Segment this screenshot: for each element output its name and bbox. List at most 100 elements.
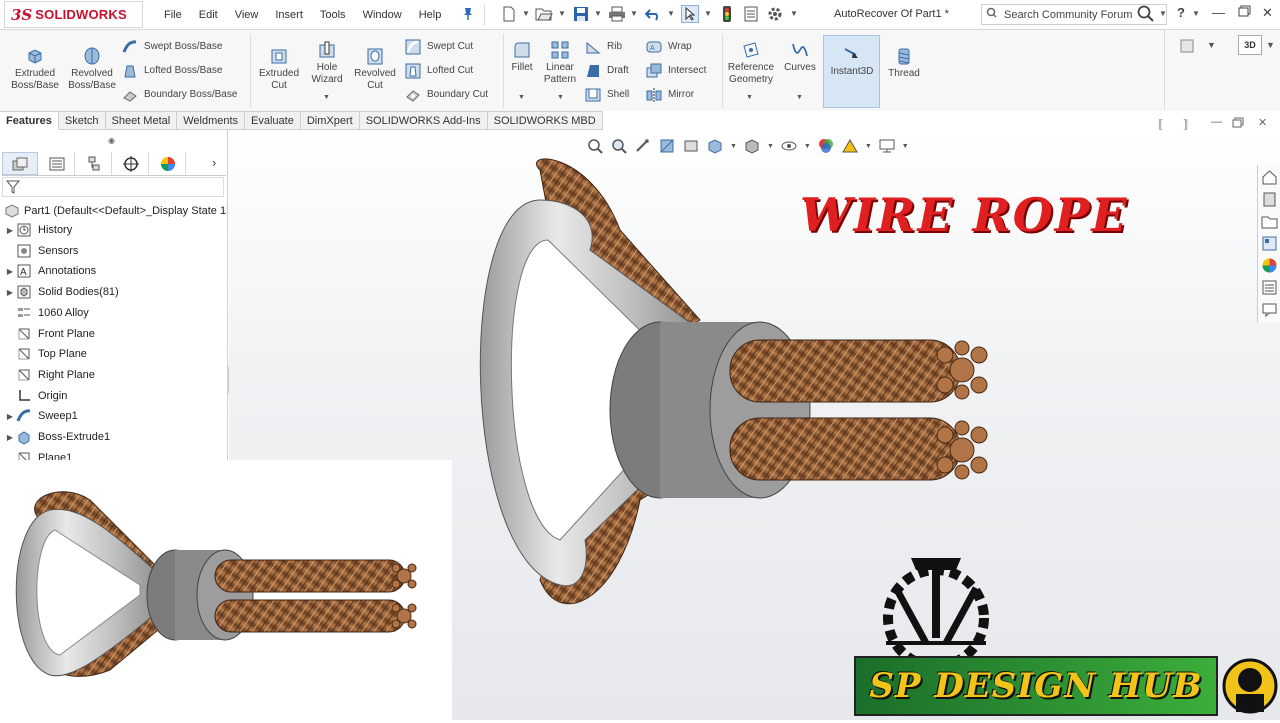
expand-arrow-icon[interactable]: ▶: [4, 412, 16, 421]
reference-geometry-button[interactable]: Reference Geometry: [725, 40, 777, 86]
tree-item[interactable]: ▶ Solid Bodies(81): [0, 282, 119, 302]
draft-button[interactable]: Draft: [585, 63, 629, 79]
tab-weldments[interactable]: Weldments: [177, 111, 246, 130]
new-document-icon[interactable]: [500, 5, 518, 23]
undo-icon[interactable]: [645, 5, 663, 23]
menu-window[interactable]: Window: [363, 9, 402, 21]
chevron-down-icon[interactable]: ▼: [767, 143, 774, 150]
viewport-minimize-icon[interactable]: —: [1211, 116, 1222, 128]
view-orientation-icon[interactable]: [706, 137, 724, 155]
edit-appearance-icon[interactable]: [817, 137, 835, 155]
select-arrow-icon[interactable]: [681, 5, 699, 23]
chevron-down-icon[interactable]: ▼: [704, 9, 712, 18]
filter-bar[interactable]: [2, 177, 224, 197]
intersect-button[interactable]: Intersect: [646, 63, 706, 79]
chevron-down-icon[interactable]: ▼: [1207, 40, 1216, 50]
dynamic-annotation-icon[interactable]: [682, 137, 700, 155]
lofted-boss-button[interactable]: Lofted Boss/Base: [122, 63, 222, 79]
display-manager-tab-icon[interactable]: [150, 152, 186, 175]
close-icon[interactable]: ✕: [1262, 5, 1273, 21]
revolved-boss-button[interactable]: Revolved Boss/Base: [66, 46, 118, 92]
section-view-icon[interactable]: [658, 137, 676, 155]
tree-item[interactable]: Front Plane: [0, 324, 95, 344]
menu-edit[interactable]: Edit: [199, 9, 218, 21]
minimize-icon[interactable]: —: [1212, 5, 1225, 20]
expand-arrow-icon[interactable]: ▶: [4, 288, 16, 297]
rebuild-traffic-light-icon[interactable]: [718, 5, 736, 23]
solidworks-resources-icon[interactable]: [1261, 169, 1278, 186]
featuremanager-tab-icon[interactable]: [2, 152, 38, 175]
chevron-down-icon[interactable]: ▼: [865, 143, 872, 150]
tree-item[interactable]: Plane1: [0, 448, 72, 460]
save-icon[interactable]: [572, 5, 590, 23]
tree-item[interactable]: Top Plane: [0, 344, 87, 364]
zoom-to-area-icon[interactable]: [610, 137, 628, 155]
instant3d-button[interactable]: Instant3D: [823, 35, 880, 108]
view-settings-icon[interactable]: [878, 137, 896, 155]
extruded-cut-button[interactable]: Extruded Cut: [256, 46, 302, 92]
display-style-icon[interactable]: [743, 137, 761, 155]
expand-arrow-icon[interactable]: ▶: [4, 267, 16, 276]
tree-item[interactable]: ▶ History: [0, 220, 72, 240]
linear-pattern-button[interactable]: Linear Pattern: [540, 40, 580, 86]
filter-icon[interactable]: [6, 180, 20, 194]
menu-tools[interactable]: Tools: [320, 9, 346, 21]
menu-file[interactable]: File: [164, 9, 182, 21]
thread-button[interactable]: Thread: [884, 46, 924, 80]
curves-button[interactable]: Curves: [782, 40, 818, 74]
dimxpert-tab-icon[interactable]: [113, 152, 149, 175]
chevron-down-icon[interactable]: ▼: [594, 9, 602, 18]
open-folder-icon[interactable]: [535, 5, 553, 23]
tree-item[interactable]: Sensors: [0, 241, 78, 261]
3d-view-icon[interactable]: 3D: [1238, 35, 1262, 55]
extruded-boss-button[interactable]: Extruded Boss/Base: [10, 46, 60, 92]
search-icon[interactable]: [1137, 5, 1155, 26]
viewport-close-icon[interactable]: ✕: [1258, 116, 1267, 129]
chevron-right-icon[interactable]: ›: [212, 155, 216, 170]
tab-sheet-metal[interactable]: Sheet Metal: [105, 111, 178, 130]
chevron-down-icon[interactable]: ▼: [1192, 9, 1200, 18]
hole-wizard-button[interactable]: Hole Wizard: [306, 40, 348, 86]
tab-mbd[interactable]: SOLIDWORKS MBD: [487, 111, 603, 130]
chevron-down-icon[interactable]: ▼: [796, 94, 803, 101]
tab-dimxpert[interactable]: DimXpert: [300, 111, 360, 130]
propertymanager-tab-icon[interactable]: [39, 152, 75, 175]
chevron-down-icon[interactable]: ▼: [804, 143, 811, 150]
boundary-boss-button[interactable]: Boundary Boss/Base: [122, 87, 237, 103]
chevron-down-icon[interactable]: ▼: [667, 9, 675, 18]
tree-item[interactable]: Right Plane: [0, 365, 95, 385]
file-explorer-icon[interactable]: [1261, 213, 1278, 230]
swept-cut-button[interactable]: Swept Cut: [405, 39, 473, 55]
custom-properties-icon[interactable]: [1261, 279, 1278, 296]
previous-view-icon[interactable]: [634, 137, 652, 155]
tree-root-part[interactable]: Part1 (Default<<Default>_Display State 1…: [4, 202, 227, 220]
chevron-down-icon[interactable]: ▼: [746, 94, 753, 101]
chevron-down-icon[interactable]: ▼: [557, 94, 564, 101]
menu-help[interactable]: Help: [419, 9, 442, 21]
expand-arrow-icon[interactable]: ▶: [4, 226, 16, 235]
tree-item[interactable]: Origin: [0, 386, 67, 406]
menu-insert[interactable]: Insert: [275, 9, 303, 21]
file-properties-icon[interactable]: [742, 5, 760, 23]
expand-arrow-icon[interactable]: ▶: [4, 433, 16, 442]
solidworks-logo[interactable]: 3S SOLIDWORKS: [4, 1, 143, 28]
tab-addins[interactable]: SOLIDWORKS Add-Ins: [359, 111, 488, 130]
tree-item[interactable]: ▶ A Annotations: [0, 261, 96, 281]
forum-icon[interactable]: [1261, 301, 1278, 318]
rib-button[interactable]: Rib: [585, 39, 622, 55]
chevron-down-icon[interactable]: ▼: [790, 9, 798, 18]
restore-icon[interactable]: [1238, 5, 1251, 20]
chevron-down-icon[interactable]: ▼: [323, 94, 330, 101]
chevron-down-icon[interactable]: ▼: [1159, 9, 1167, 18]
lofted-cut-button[interactable]: Lofted Cut: [405, 63, 473, 79]
chevron-down-icon[interactable]: ▼: [518, 94, 525, 101]
hide-show-items-icon[interactable]: [780, 137, 798, 155]
fillet-button[interactable]: Fillet: [506, 40, 538, 74]
options-gear-icon[interactable]: [766, 5, 784, 23]
tree-item[interactable]: ▶ Sweep1: [0, 406, 78, 426]
menu-view[interactable]: View: [235, 9, 259, 21]
apply-scene-icon[interactable]: [841, 137, 859, 155]
tree-item[interactable]: ▶ Boss-Extrude1: [0, 427, 110, 447]
print-icon[interactable]: [608, 5, 626, 23]
boundary-cut-button[interactable]: Boundary Cut: [405, 87, 488, 103]
